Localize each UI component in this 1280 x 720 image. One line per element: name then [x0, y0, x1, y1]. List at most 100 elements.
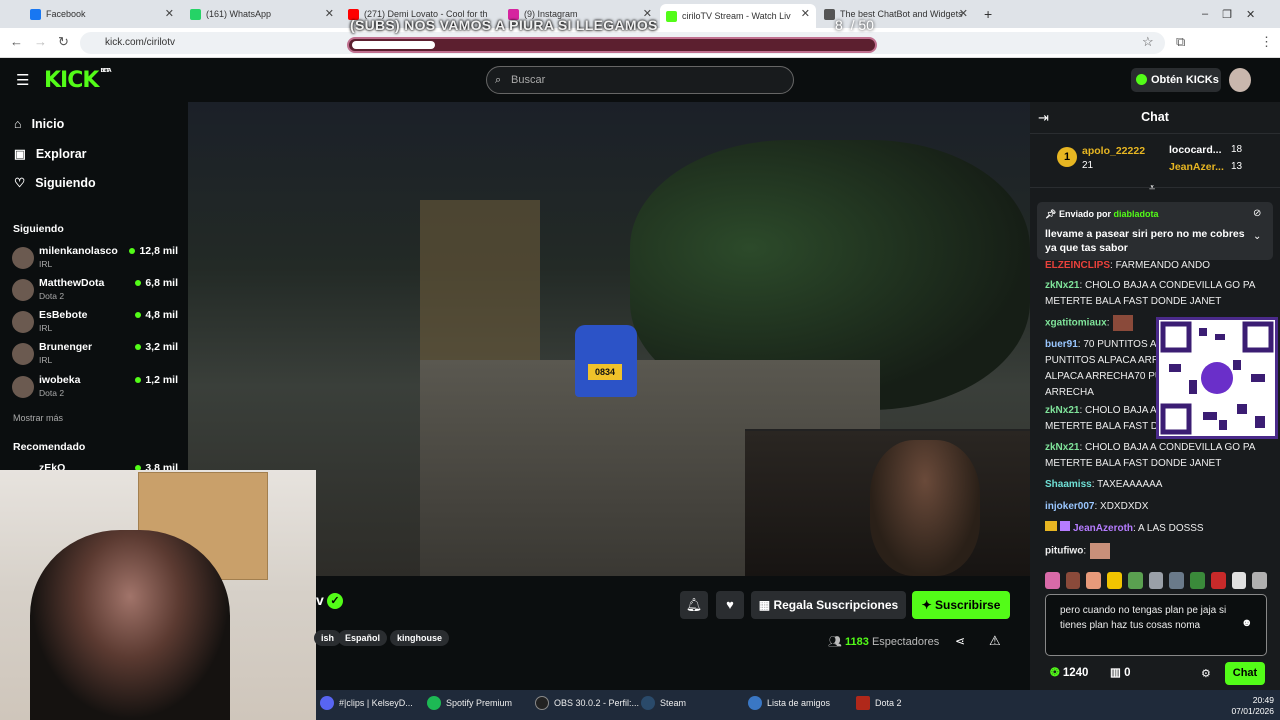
taskbar-item-discord[interactable]: #|clips | KelseyD...: [320, 696, 413, 710]
sidebar-item-explorar[interactable]: ▣ Explorar: [14, 146, 87, 162]
emote-icon[interactable]: [1252, 572, 1268, 589]
users-icon: 👥︎: [828, 636, 846, 648]
hide-pin-icon[interactable]: ⊘: [1253, 208, 1261, 219]
chevron-down-icon[interactable]: ⌄: [1253, 231, 1261, 242]
minimize-icon[interactable]: –: [1202, 8, 1208, 20]
tab-facebook[interactable]: Facebook ✕: [24, 4, 180, 24]
pinned-text: llevame a pasear siri pero no me cobres …: [1045, 228, 1245, 254]
emote-icon[interactable]: [1148, 572, 1164, 589]
pin-icon: 📌︎: [1045, 209, 1059, 219]
sidebar-item-inicio[interactable]: ⌂ Inicio: [14, 117, 64, 131]
emote-icon: [1113, 315, 1134, 331]
following-item[interactable]: MatthewDota Dota 2 6,8 mil: [12, 277, 178, 305]
emote-icon[interactable]: [1190, 572, 1205, 589]
subscribe-button[interactable]: ✦ Suscribirse: [912, 591, 1010, 619]
get-kicks-button[interactable]: Obtén KICKs: [1131, 68, 1221, 92]
kicks-balance[interactable]: ❂ 1240: [1050, 665, 1088, 679]
follow-heart-button[interactable]: ♥: [716, 591, 744, 619]
tab-kick-active[interactable]: ciriloTV Stream - Watch Liv ✕: [660, 4, 816, 28]
taskbar-clock[interactable]: 20:49 07/01/2026: [1230, 695, 1274, 717]
taskbar-item-friends[interactable]: Lista de amigos: [748, 696, 830, 710]
tab-whatsapp[interactable]: (161) WhatsApp ✕: [184, 4, 340, 24]
chat-message: zkNx21: CHOLO BAJA A CONDEVILLA GO PA ME…: [1045, 280, 1255, 307]
share-icon[interactable]: ⋖: [955, 634, 965, 648]
taskbar-item-dota[interactable]: Dota 2: [856, 696, 902, 710]
back-icon[interactable]: ←: [10, 34, 23, 49]
window-controls[interactable]: – ❐ ✕: [1196, 4, 1276, 24]
chat-input-text[interactable]: pero cuando no tengas plan pe jaja si ti…: [1060, 603, 1230, 633]
following-section-title: Siguiendo: [13, 223, 64, 235]
video-building: [420, 200, 540, 360]
following-item[interactable]: iwobeka Dota 2 1,2 mil: [12, 374, 178, 402]
video-plate: 0834: [588, 364, 622, 380]
following-item[interactable]: Brunenger IRL 3,2 mil: [12, 341, 178, 369]
streamer-name-fragment: v: [316, 592, 324, 608]
dota-icon: [856, 696, 870, 710]
close-window-icon[interactable]: ✕: [1246, 8, 1255, 21]
leader-name[interactable]: lococard...: [1169, 144, 1222, 156]
bell-icon: 🔔︎: [685, 597, 703, 612]
kick-logo[interactable]: KICK BETA: [44, 68, 112, 93]
qr-pattern-icon: [1160, 321, 1274, 435]
obs-icon: [535, 696, 549, 710]
taskbar-item-steam[interactable]: Steam: [641, 696, 686, 710]
extensions-icon[interactable]: ⧉: [1176, 34, 1185, 50]
reload-icon[interactable]: ↻: [58, 34, 69, 50]
stream-tag[interactable]: ish: [314, 630, 342, 646]
notification-bell-button[interactable]: 🔔︎: [680, 591, 708, 619]
close-tab-icon[interactable]: ✕: [959, 7, 968, 20]
viewer-count: 👥︎ 1183 Espectadores: [828, 636, 940, 648]
expand-leaderboard-icon[interactable]: ⩡: [1149, 182, 1155, 195]
close-tab-icon[interactable]: ✕: [801, 7, 810, 20]
emote-icon[interactable]: [1086, 572, 1102, 589]
gift-subs-button[interactable]: ▦ Regala Suscripciones: [751, 591, 906, 619]
maximize-icon[interactable]: ❐: [1222, 8, 1232, 21]
new-tab-button[interactable]: +: [978, 4, 998, 24]
stream-tag[interactable]: Español: [338, 630, 388, 646]
close-tab-icon[interactable]: ✕: [165, 7, 174, 20]
stream-tag[interactable]: kinghouse: [390, 630, 450, 646]
chat-message: pitufiwo:: [1045, 543, 1255, 560]
recommended-item[interactable]: zEkO 3,8 mil: [12, 462, 178, 470]
live-dot-icon: [135, 377, 142, 383]
bookmark-star-icon[interactable]: ☆: [1142, 34, 1154, 50]
viewer-count: 3,2 mil: [135, 341, 178, 353]
emote-icon[interactable]: [1107, 572, 1122, 589]
kicks-coin-icon: ❂: [1050, 667, 1063, 679]
emote-icon[interactable]: [1231, 572, 1247, 589]
show-more-link[interactable]: Mostrar más: [13, 413, 63, 423]
emote-icon: [1090, 543, 1111, 559]
points-balance[interactable]: ▥ 0: [1110, 665, 1130, 679]
forward-icon[interactable]: →: [34, 34, 47, 49]
gear-icon[interactable]: ⚙: [1201, 667, 1211, 680]
emote-icon[interactable]: [1210, 572, 1226, 589]
viewer-count: 12,8 mil: [129, 245, 178, 257]
sidebar-item-siguiendo[interactable]: ♡ Siguiendo: [14, 175, 96, 191]
user-avatar[interactable]: [1229, 68, 1251, 92]
webcam-person: [30, 530, 230, 720]
report-icon[interactable]: ⚠: [989, 633, 1001, 649]
sub-badge-icon: [1060, 521, 1070, 531]
send-chat-button[interactable]: Chat: [1225, 662, 1265, 685]
following-item[interactable]: EsBebote IRL 4,8 mil: [12, 309, 178, 337]
emoji-picker-icon[interactable]: ☻: [1241, 617, 1253, 629]
emote-icon[interactable]: [1169, 572, 1185, 589]
emote-icon[interactable]: [1045, 572, 1060, 589]
leader-name[interactable]: JeanAzer...: [1169, 161, 1224, 173]
whatsapp-icon: [190, 8, 201, 20]
close-tab-icon[interactable]: ✕: [325, 7, 334, 20]
hamburger-menu-icon[interactable]: ☰: [16, 71, 29, 89]
taskbar-item-obs[interactable]: OBS 30.0.2 - Perfil:...: [535, 696, 639, 710]
browser-menu-icon[interactable]: ⋮: [1260, 34, 1273, 50]
emote-icon[interactable]: [1127, 572, 1143, 589]
recommended-section-title: Recomendado: [13, 441, 86, 453]
rank-badge: 1: [1057, 147, 1077, 167]
search-input[interactable]: ⌕ Buscar: [486, 66, 794, 94]
chat-message: JeanAzeroth: A LAS DOSSS: [1045, 521, 1255, 537]
following-item[interactable]: milenkanolasco IRL 12,8 mil: [12, 245, 178, 273]
pip-driver: [870, 440, 980, 576]
explore-icon: ▣: [14, 147, 26, 161]
emote-icon[interactable]: [1065, 572, 1081, 589]
taskbar-item-spotify[interactable]: Spotify Premium: [427, 696, 512, 710]
leader-name[interactable]: apolo_22222: [1082, 145, 1145, 157]
